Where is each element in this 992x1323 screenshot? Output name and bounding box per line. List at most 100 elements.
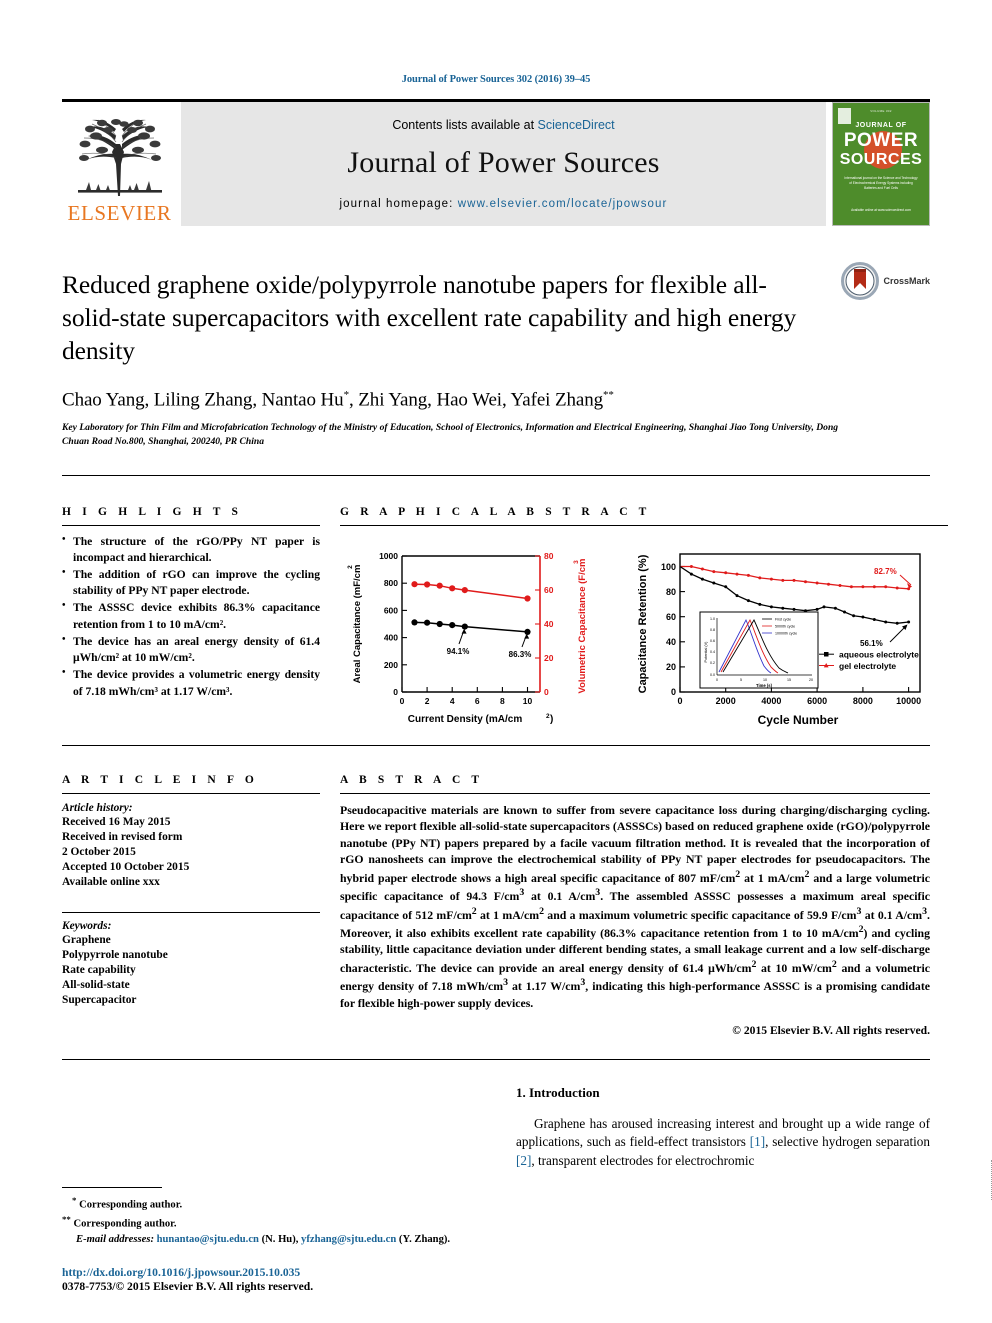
svg-text:20: 20 (809, 678, 813, 682)
svg-text:8000: 8000 (853, 696, 873, 706)
highlights-list: The structure of the rGO/PPy NT paper is… (62, 533, 320, 700)
svg-text:4000: 4000 (761, 696, 781, 706)
homepage-prefix: journal homepage: (339, 198, 458, 210)
elsevier-wordmark: ELSEVIER (67, 201, 172, 225)
cover-top-line: VOLUME 302 (870, 109, 892, 113)
article-info-and-abstract-row: A R T I C L E I N F O Article history: R… (62, 773, 931, 1038)
svg-text:20: 20 (544, 653, 554, 663)
svg-text:600: 600 (384, 605, 398, 615)
svg-text:800: 800 (384, 578, 398, 588)
svg-text:6000: 6000 (807, 696, 827, 706)
journal-homepage-line: journal homepage: www.elsevier.com/locat… (340, 198, 668, 210)
y-axis-label-left: Areal Capacitance (mF/cm (352, 564, 363, 683)
reference-link-1[interactable]: [1] (750, 1134, 765, 1149)
history-line: Received in revised form (62, 830, 183, 843)
reference-link-2[interactable]: [2] (516, 1153, 531, 1168)
inset-y-label: Potential (V) (704, 640, 708, 662)
svg-text:0.0: 0.0 (710, 673, 715, 677)
author-footnote-mark-2[interactable]: ** (603, 389, 614, 401)
introduction-section: 1. Introduction Graphene has aroused inc… (516, 1085, 930, 1170)
svg-text:60: 60 (666, 612, 676, 622)
inset-charge-discharge-curves: 1.0 0.8 0.6 0.4 0.2 0.0 0 5 10 15 20 Fir… (699, 611, 819, 689)
svg-text:200: 200 (384, 660, 398, 670)
inset-legend-10000: 10000th cycle (775, 631, 797, 635)
graphical-abstract-column: G R A P H I C A L A B S T R A C T 1000 8… (340, 506, 948, 729)
title-block: CrossMark Reduced graphene oxide/polypyr… (62, 262, 930, 449)
crossmark-label: CrossMark (883, 276, 930, 286)
footnote-emails: E-mail addresses: hunantao@sjtu.edu.cn (… (62, 1232, 462, 1247)
footnote-text-2: Corresponding author. (73, 1218, 177, 1230)
email-owner-2: (Y. Zhang). (398, 1233, 451, 1245)
svg-text:2: 2 (347, 564, 354, 568)
svg-text:10000: 10000 (896, 696, 921, 706)
annotation-56-1: 56.1% (860, 639, 883, 648)
y-axis-label: Capacitance Retention (%) (637, 554, 649, 693)
copyright-line: © 2015 Elsevier B.V. All rights reserved… (732, 1024, 930, 1038)
crossmark-badge[interactable]: CrossMark (841, 262, 930, 300)
doi-block: http://dx.doi.org/10.1016/j.jpowsour.201… (62, 1266, 482, 1293)
section-heading-introduction: 1. Introduction (516, 1085, 600, 1100)
abstract-body: Pseudocapacitive materials are known to … (340, 802, 931, 1010)
homepage-url-link[interactable]: www.elsevier.com/locate/jpowsour (458, 198, 668, 210)
svg-text:60: 60 (544, 585, 554, 595)
svg-text:1000: 1000 (379, 551, 398, 561)
svg-text:100: 100 (661, 562, 676, 572)
contents-available-line: Contents lists available at ScienceDirec… (392, 118, 614, 132)
footnote-mark-1: * (72, 1194, 77, 1205)
history-line: Accepted 10 October 2015 (62, 860, 190, 873)
authors-second-part: , Zhi Yang, Hao Wei, Yafei Zhang (348, 389, 604, 411)
annotation-86-3: 86.3% (509, 650, 532, 659)
email-link-1[interactable]: hunantao@sjtu.edu.cn (157, 1234, 259, 1245)
abstract-seg: at 1 mA/cm (476, 907, 540, 922)
abstract-heading: A B S T R A C T (340, 773, 484, 786)
keywords-label: Keywords: (62, 919, 112, 932)
svg-text:3: 3 (573, 559, 580, 563)
list-item: The device provides a volumetric energy … (62, 666, 320, 699)
inset-x-label: Time (s) (756, 683, 773, 688)
svg-text:400: 400 (384, 632, 398, 642)
journal-masthead: ELSEVIER Contents lists available at Sci… (62, 99, 930, 226)
inset-legend-5000: 5000th cycle (775, 624, 795, 628)
svg-text:2: 2 (425, 696, 430, 706)
article-info-column: A R T I C L E I N F O Article history: R… (62, 774, 320, 1038)
footnote-text-1: Corresponding author. (79, 1199, 183, 1211)
running-head: Journal of Power Sources 302 (2016) 39–4… (401, 74, 591, 85)
highlights-column: H I G H L I G H T S The structure of the… (62, 506, 320, 729)
authors-first-part: Chao Yang, Liling Zhang, Nantao Hu (62, 389, 344, 411)
svg-text:0.8: 0.8 (710, 628, 715, 632)
svg-text:0: 0 (671, 687, 676, 697)
annotation-82-7: 82.7% (874, 567, 897, 576)
svg-text:15: 15 (787, 678, 791, 682)
keyword-item: Polypyrrole nanotube (62, 948, 168, 961)
svg-text:40: 40 (666, 637, 676, 647)
svg-text:10: 10 (763, 678, 767, 682)
svg-text:5: 5 (740, 678, 742, 682)
svg-text:2000: 2000 (716, 696, 736, 706)
abstract-seg: at 1.17 W/cm (508, 979, 581, 994)
highlights-heading: H I G H L I G H T S (62, 505, 243, 518)
contents-band: Contents lists available at ScienceDirec… (181, 102, 826, 226)
elsevier-logo: ELSEVIER (62, 102, 177, 226)
keyword-item: Rate capability (62, 963, 136, 976)
list-item: The device has an areal energy density o… (62, 633, 320, 666)
abstract-column: A B S T R A C T Pseudocapacitive materia… (340, 773, 931, 1038)
keyword-item: Graphene (62, 933, 111, 946)
affiliation: Key Laboratory for Thin Film and Microfa… (62, 421, 839, 447)
sciencedirect-link[interactable]: ScienceDirect (538, 118, 615, 132)
abstract-seg: at 1 mA/cm (740, 870, 805, 885)
abstract-seg: at 10 mW/cm (756, 960, 832, 975)
abstract-seg: and a maximum volumetric specific capaci… (543, 907, 857, 922)
doi-link[interactable]: http://dx.doi.org/10.1016/j.jpowsour.201… (62, 1266, 482, 1279)
email-label: E-mail addresses: (76, 1233, 154, 1245)
list-item: The ASSSC device exhibits 86.3% capacita… (62, 599, 320, 632)
elsevier-tree-icon (77, 119, 162, 196)
cover-blurb: International journal on the Science and… (844, 176, 918, 190)
email-link-2[interactable]: yfzhang@sjtu.edu.cn (301, 1234, 396, 1245)
article-info-heading: A R T I C L E I N F O (62, 773, 258, 786)
contents-prefix: Contents lists available at (392, 118, 538, 132)
svg-text:0: 0 (393, 687, 398, 697)
svg-text:6: 6 (475, 696, 480, 706)
svg-text:0.6: 0.6 (710, 639, 715, 643)
issn-copyright: 0378-7753/© 2015 Elsevier B.V. All right… (62, 1280, 314, 1293)
svg-text:80: 80 (666, 587, 676, 597)
